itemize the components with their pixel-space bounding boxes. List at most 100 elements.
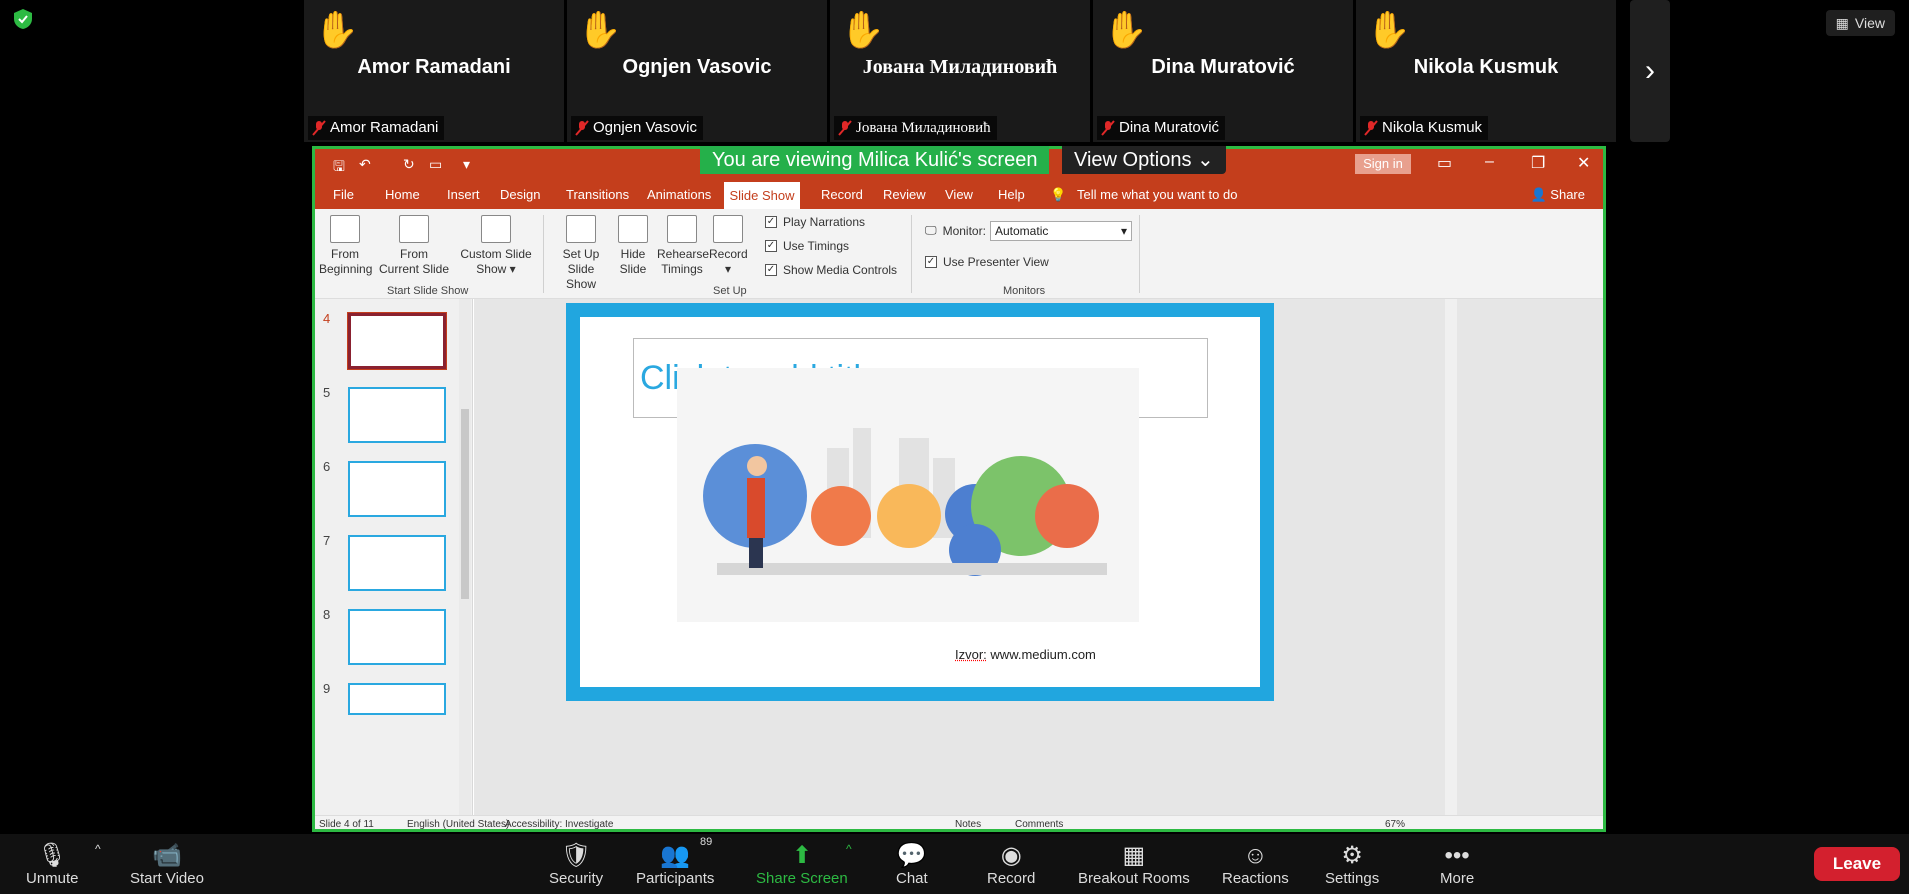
use-timings-checkbox[interactable]: ✓ Use Timings: [765, 239, 849, 253]
view-button[interactable]: ▦ View: [1825, 10, 1895, 36]
slide-thumbnail[interactable]: [348, 535, 446, 591]
participant-tile[interactable]: ✋ Dina Muratović Dina Muratović: [1093, 0, 1353, 142]
restore-icon[interactable]: ❐: [1531, 153, 1545, 173]
raised-hand-icon: ✋: [577, 9, 622, 50]
tab-slide-show[interactable]: Slide Show: [724, 182, 800, 209]
security-button[interactable]: 🛡 Security: [549, 842, 603, 887]
monitor-select[interactable]: Automatic ▾: [990, 221, 1132, 241]
from-current-slide-button[interactable]: From Current Slide: [377, 215, 451, 277]
participant-name: Јована Миладиновић: [862, 56, 1058, 78]
slide-thumbnail[interactable]: [348, 683, 446, 715]
chat-button[interactable]: 💬 Chat: [896, 842, 928, 887]
muted-mic-icon: 🎙: [37, 842, 68, 869]
participant-label: Ognjen Vasovic: [571, 116, 703, 140]
tab-transitions[interactable]: Transitions: [566, 187, 629, 202]
slideshow-icon: [330, 215, 360, 243]
accessibility-status[interactable]: Accessibility: Investigate: [505, 819, 613, 829]
minimize-icon[interactable]: –: [1485, 153, 1494, 171]
share-screen-button[interactable]: ⬆ Share Screen: [756, 842, 848, 887]
group-label-start: Start Slide Show: [387, 285, 469, 297]
thumb-number: 9: [323, 681, 331, 696]
breakout-rooms-icon: ▦: [1122, 842, 1146, 869]
customize-icon[interactable]: ▾: [463, 156, 470, 173]
participant-tile[interactable]: ✋ Nikola Kusmuk Nikola Kusmuk: [1356, 0, 1616, 142]
slide-thumbnail[interactable]: [348, 461, 446, 517]
current-slide[interactable]: Click to add title: [566, 303, 1274, 701]
slide-thumbnails-pane: 4 5 6 7 8 9: [315, 299, 473, 815]
reactions-button[interactable]: ☺ Reactions: [1222, 842, 1289, 887]
canvas-scrollbar[interactable]: [1445, 299, 1457, 815]
tell-me-search[interactable]: Tell me what you want to do: [1077, 187, 1237, 202]
redo-icon[interactable]: ↻: [403, 156, 415, 173]
slide-canvas: Click to add title: [474, 299, 1603, 815]
next-page-arrow-icon[interactable]: ›: [1630, 0, 1670, 142]
muted-mic-icon: [838, 120, 852, 136]
tab-design[interactable]: Design: [500, 187, 540, 202]
rehearse-timings-button[interactable]: Rehearse Timings: [657, 215, 709, 277]
participants-button[interactable]: 👥 Participants: [636, 842, 714, 887]
participant-tile[interactable]: ✋ Ognjen Vasovic Ognjen Vasovic: [567, 0, 827, 142]
tab-help[interactable]: Help: [998, 187, 1025, 202]
tab-file[interactable]: File: [333, 187, 354, 202]
tab-view[interactable]: View: [945, 187, 973, 202]
present-icon[interactable]: ▭: [429, 156, 442, 173]
close-icon[interactable]: ✕: [1577, 153, 1590, 173]
language[interactable]: English (United States): [407, 819, 509, 829]
view-options-button[interactable]: View Options ⌄: [1062, 146, 1226, 174]
share-button[interactable]: 👤 Share: [1530, 187, 1585, 203]
show-media-controls-checkbox[interactable]: ✓ Show Media Controls: [765, 263, 897, 277]
thumb-number: 5: [323, 385, 331, 400]
hide-slide-button[interactable]: Hide Slide: [615, 215, 651, 277]
play-narrations-checkbox[interactable]: ✓ Play Narrations: [765, 215, 865, 229]
comments-button[interactable]: Comments: [1015, 819, 1063, 829]
custom-slide-show-button[interactable]: Custom Slide Show ▾: [457, 215, 535, 277]
muted-mic-icon: [1364, 120, 1378, 136]
raised-hand-icon: ✋: [1103, 9, 1148, 50]
leave-button[interactable]: Leave: [1814, 847, 1900, 881]
chevron-up-icon[interactable]: ^: [846, 842, 852, 856]
participant-name: Amor Ramadani: [357, 56, 511, 78]
more-button[interactable]: ••• More: [1440, 842, 1474, 887]
start-video-button[interactable]: 📹 Start Video: [130, 842, 204, 887]
zoom-level[interactable]: 67%: [1385, 819, 1405, 829]
thumbnails-scrollbar[interactable]: [459, 299, 471, 815]
people-bubbles-illustration[interactable]: [677, 368, 1139, 622]
participant-tile[interactable]: ✋ Amor Ramadani Amor Ramadani: [304, 0, 564, 142]
participant-name: Ognjen Vasovic: [622, 56, 772, 78]
separator: [543, 215, 544, 293]
record-slide-button[interactable]: Record ▾: [709, 215, 748, 277]
save-icon[interactable]: 🖫: [333, 156, 345, 180]
slide-thumbnail[interactable]: [347, 312, 447, 370]
slide-thumbnail[interactable]: [348, 609, 446, 665]
raised-hand-icon: ✋: [1366, 9, 1411, 50]
from-beginning-button[interactable]: From Beginning: [319, 215, 372, 277]
share-screen-icon: ⬆: [791, 842, 812, 869]
record-button[interactable]: ◉ Record: [987, 842, 1035, 887]
tab-review[interactable]: Review: [883, 187, 926, 202]
tab-record[interactable]: Record: [821, 187, 863, 202]
settings-button[interactable]: ⚙ Settings: [1325, 842, 1379, 887]
breakout-rooms-button[interactable]: ▦ Breakout Rooms: [1078, 842, 1190, 887]
participant-tile[interactable]: ✋ Јована Миладиновић Јована Миладиновић: [830, 0, 1090, 142]
sign-in-button[interactable]: Sign in: [1355, 154, 1411, 174]
undo-icon[interactable]: ↶: [359, 156, 371, 173]
chat-icon: 💬: [896, 842, 927, 869]
unmute-button[interactable]: 🎙 Unmute: [26, 842, 79, 887]
hide-slide-icon: [618, 215, 648, 243]
tab-animations[interactable]: Animations: [647, 187, 711, 202]
participant-label: Јована Миладиновић: [834, 116, 997, 140]
use-presenter-view-checkbox[interactable]: ✓ Use Presenter View: [925, 255, 1049, 269]
tab-insert[interactable]: Insert: [447, 187, 480, 202]
raised-hand-icon: ✋: [314, 9, 359, 50]
separator: [1139, 215, 1140, 293]
chevron-up-icon[interactable]: ^: [95, 842, 101, 856]
ribbon-tabs: File Home Insert Design Transitions Anim…: [315, 179, 1603, 209]
status-bar: Slide 4 of 11 English (United States) Ac…: [315, 815, 1603, 829]
notes-button[interactable]: Notes: [955, 819, 981, 829]
tab-home[interactable]: Home: [385, 187, 420, 202]
ribbon-display-icon[interactable]: ▭: [1437, 153, 1452, 173]
security-shield-icon[interactable]: [12, 8, 34, 30]
set-up-slide-show-button[interactable]: Set Up Slide Show: [551, 215, 611, 292]
slide-thumbnail[interactable]: [348, 387, 446, 443]
monitor-label: 🖵 Monitor:: [925, 223, 986, 238]
